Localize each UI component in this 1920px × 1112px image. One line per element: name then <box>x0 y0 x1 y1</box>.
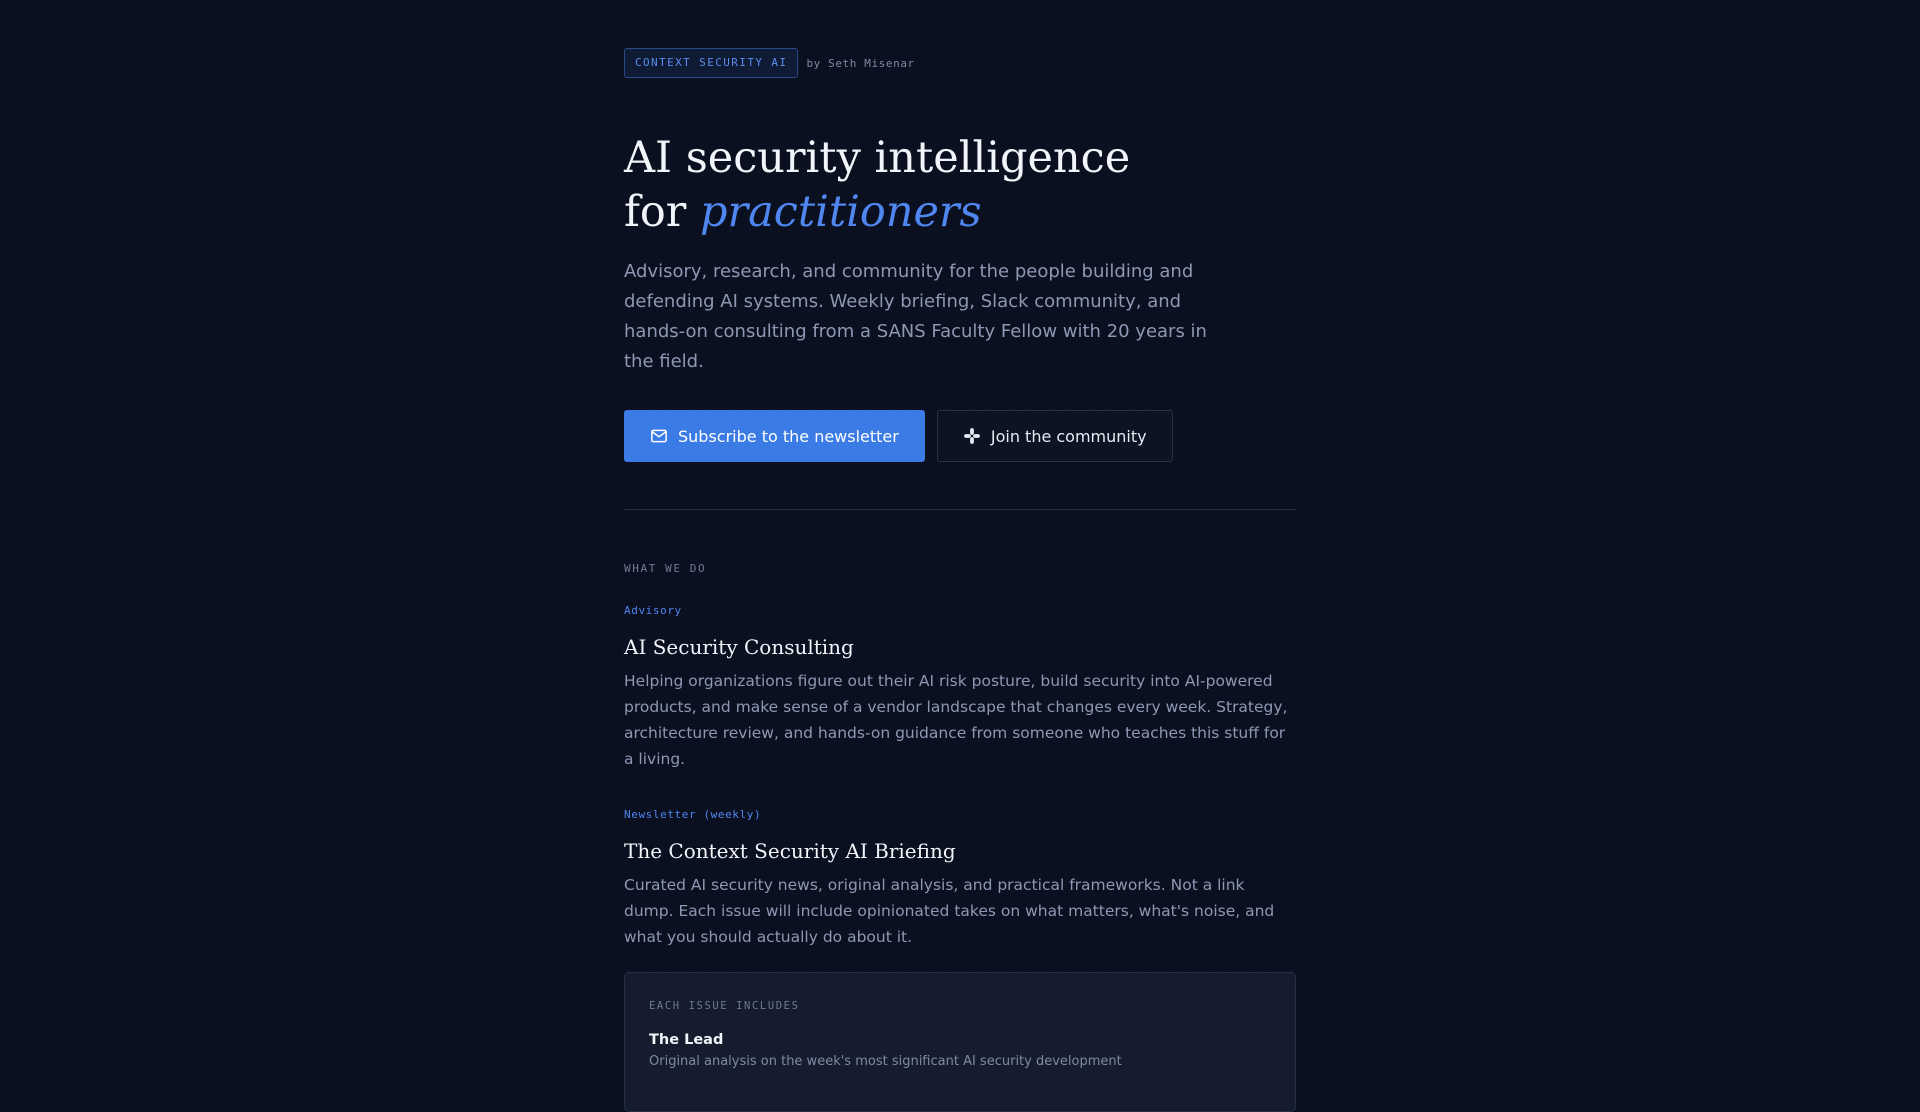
hero-title-line-2: for practitioners <box>624 185 1130 239</box>
issue-contents-card: EACH ISSUE INCLUDES The Lead Original an… <box>624 972 1296 1112</box>
slack-icon <box>963 427 981 445</box>
join-community-label: Join the community <box>990 426 1147 446</box>
brand-badge[interactable]: CONTEXT SECURITY AI <box>624 48 799 78</box>
author-byline: by Seth Misenar <box>806 56 915 70</box>
cta-group: Subscribe to the newsletter Join the com… <box>624 410 1173 462</box>
issue-card-label: EACH ISSUE INCLUDES <box>649 1000 800 1012</box>
hero-title-prefix: for <box>624 187 701 237</box>
offering-tag: Advisory <box>624 604 682 617</box>
hero-title-accent: practitioners <box>700 187 982 237</box>
offering-title: AI Security Consulting <box>624 635 854 659</box>
subscribe-newsletter-button[interactable]: Subscribe to the newsletter <box>624 410 925 462</box>
mail-icon <box>650 427 668 445</box>
section-divider <box>624 509 1296 510</box>
offering-description: Helping organizations figure out their A… <box>624 672 1288 768</box>
hero-title: AI security intelligence for practitione… <box>624 131 1130 239</box>
issue-item-title: The Lead <box>649 1032 724 1048</box>
offering-newsletter: Newsletter (weekly) The Context Security… <box>624 808 1296 950</box>
offering-title: The Context Security AI Briefing <box>624 839 956 863</box>
hero-description: Advisory, research, and community for th… <box>624 261 1207 372</box>
issue-item-description: Original analysis on the week's most sig… <box>649 1054 1122 1069</box>
subscribe-newsletter-label: Subscribe to the newsletter <box>678 426 899 446</box>
hero-title-line-1: AI security intelligence <box>624 133 1131 183</box>
offering-advisory: Advisory AI Security Consulting Helping … <box>624 604 1296 772</box>
offering-tag: Newsletter (weekly) <box>624 808 762 821</box>
site-header: CONTEXT SECURITY AI by Seth Misenar <box>624 48 915 78</box>
join-community-button[interactable]: Join the community <box>936 410 1173 462</box>
offering-description: Curated AI security news, original analy… <box>624 876 1275 946</box>
what-we-do-label: WHAT WE DO <box>624 562 707 575</box>
